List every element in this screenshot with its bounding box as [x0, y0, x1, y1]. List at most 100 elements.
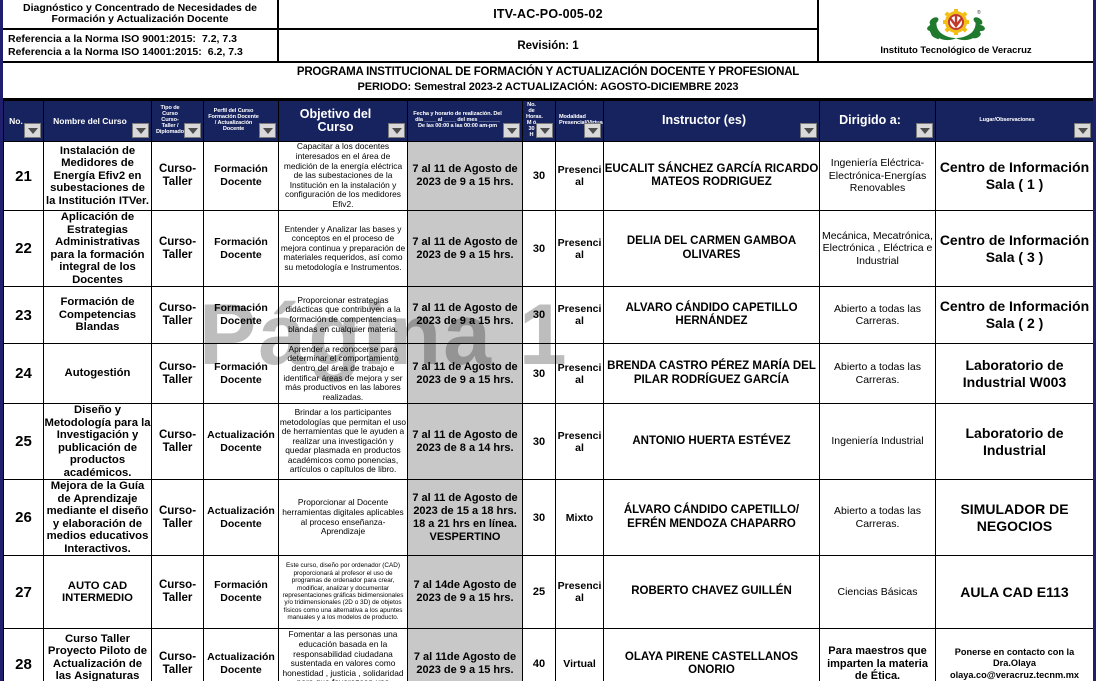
document-header: Diagnóstico y Concentrado de Necesidades…: [3, 0, 1093, 63]
chevron-down-icon: [919, 127, 930, 134]
cell-lugar: Centro de Información Sala ( 2 ): [935, 286, 1093, 344]
cell-instructor: EUCALIT SÁNCHEZ GARCÍA RICARDO MATEOS RO…: [603, 141, 820, 211]
table-row[interactable]: 28 Curso Taller Proyecto Piloto de Actual…: [3, 628, 1093, 681]
cell-modalidad: Presencial: [555, 555, 604, 629]
spreadsheet-page: Diagnóstico y Concentrado de Necesidades…: [0, 0, 1096, 681]
cell-horas: 25: [522, 555, 556, 629]
cell-lugar: AULA CAD E113: [935, 555, 1093, 629]
cell-lugar: Laboratorio de Industrial: [935, 403, 1093, 480]
cell-fecha: 7 al 11 de Agosto de 2023 de 9 a 15 hrs.: [407, 286, 523, 344]
cell-perfil: Actualización Docente: [203, 628, 279, 681]
cell-fecha: 7 al 11 de Agosto de 2023 de 8 a 14 hrs.: [407, 403, 523, 480]
cell-dirigido: Ciencias Básicas: [819, 555, 936, 629]
cell-no: 23: [3, 286, 44, 344]
filter-dropdown-fecha[interactable]: [503, 123, 520, 138]
norm-iso-14001-value: 6.2, 7.3: [207, 45, 243, 58]
chevron-down-icon: [587, 127, 598, 134]
chevron-down-icon: [262, 127, 273, 134]
cell-dirigido: Ingeniería Industrial: [819, 403, 936, 480]
cell-perfil: Actualización Docente: [203, 479, 279, 556]
program-title: PROGRAMA INSTITUCIONAL DE FORMACIÓN Y AC…: [296, 66, 800, 78]
column-header-fecha: Fecha y horario de realización. Del día …: [407, 100, 523, 142]
cell-tipo: Curso-Taller: [151, 628, 204, 681]
cell-perfil: Formación Docente: [203, 555, 279, 629]
document-code: ITV-AC-PO-005-02: [279, 0, 817, 30]
cell-horas: 30: [522, 141, 556, 211]
cell-fecha: 7 al 11 de Agosto de 2023 de 9 a 15 hrs.: [407, 210, 523, 287]
cell-perfil: Formación Docente: [203, 141, 279, 211]
cell-instructor: ÁLVARO CÁNDIDO CAPETILLO/ EFRÉN MENDOZA …: [603, 479, 820, 556]
filter-dropdown-tipo[interactable]: [184, 123, 201, 138]
filter-dropdown-horas[interactable]: [536, 123, 553, 138]
chevron-down-icon: [1077, 127, 1088, 134]
filter-dropdown-no[interactable]: [24, 123, 41, 138]
filter-dropdown-modalidad[interactable]: [584, 123, 601, 138]
cell-instructor: ROBERTO CHAVEZ GUILLÉN: [603, 555, 820, 629]
cell-lugar: Ponerse en contacto con la Dra.Olaya ola…: [935, 628, 1093, 681]
cell-fecha: 7 al 14de Agosto de 2023 de 9 a 15 hrs.: [407, 555, 523, 629]
cell-objetivo: Este curso, diseño por ordenador (CAD) p…: [278, 555, 408, 629]
header-left-block: Diagnóstico y Concentrado de Necesidades…: [3, 0, 279, 61]
cell-nombre: Diseño y Metodología para la Investigaci…: [43, 403, 152, 480]
chevron-down-icon: [187, 127, 198, 134]
filter-dropdown-objetivo[interactable]: [388, 123, 405, 138]
column-header-dirigido: Dirigido a:: [819, 100, 936, 142]
cell-tipo: Curso-Taller: [151, 555, 204, 629]
table-row[interactable]: 22 Aplicación de Estrategias Administrati…: [3, 210, 1093, 287]
cell-modalidad: Presencial: [555, 210, 604, 287]
filter-dropdown-instructor[interactable]: [800, 123, 817, 138]
cell-objetivo: Entender y Analizar las bases y concepto…: [278, 210, 408, 287]
cell-no: 25: [3, 403, 44, 480]
cell-objetivo: Proporcionar estrategias didácticas que …: [278, 286, 408, 344]
svg-text:®: ®: [977, 9, 981, 16]
document-title: Diagnóstico y Concentrado de Necesidades…: [3, 0, 277, 30]
norm-iso-9001-value: 7.2, 7.3: [201, 32, 237, 45]
cell-nombre: Formación de Competencias Blandas: [43, 286, 152, 344]
table-body: 21 Instalación de Medidores de Energía Ef…: [3, 141, 1093, 681]
norm-references: Referencia a la Norma ISO 9001:2015: 7.2…: [3, 30, 277, 61]
column-header-tipo: Tipo de Curso Curso-Taller / Diplomado: [151, 100, 204, 142]
cell-dirigido: Ingeniería Eléctrica-Electrónica-Energía…: [819, 141, 936, 211]
cell-instructor: OLAYA PIRENE CASTELLANOS ONORIO: [603, 628, 820, 681]
cell-fecha: 7 al 11 de Agosto de 2023 de 9 a 15 hrs.: [407, 343, 523, 404]
cell-objetivo: Capacitar a los docentes interesados en …: [278, 141, 408, 211]
cell-nombre: AUTO CAD INTERMEDIO: [43, 555, 152, 629]
cell-nombre: Curso Taller Proyecto Piloto de Actualiz…: [43, 628, 152, 681]
document-revision: Revisión: 1: [517, 39, 579, 52]
cell-dirigido: Para maestros que imparten la materia de…: [819, 628, 936, 681]
norm-iso-14001-label: Referencia a la Norma ISO 14001:2015:: [8, 45, 202, 58]
cell-lugar: SIMULADOR DE NEGOCIOS: [935, 479, 1093, 556]
cell-instructor: DELIA DEL CARMEN GAMBOA OLIVARES: [603, 210, 820, 287]
column-header-instructor: Instructor (es): [603, 100, 820, 142]
chevron-down-icon: [391, 127, 402, 134]
cell-lugar: Centro de Información Sala ( 3 ): [935, 210, 1093, 287]
cell-lugar: Centro de Información Sala ( 1 ): [935, 141, 1093, 211]
program-title-band: PROGRAMA INSTITUCIONAL DE FORMACIÓN Y AC…: [3, 63, 1093, 100]
table-row[interactable]: 23 Formación de Competencias Blandas Curso…: [3, 286, 1093, 344]
cell-no: 21: [3, 141, 44, 211]
column-header-nombre: Nombre del Curso: [43, 100, 152, 142]
cell-no: 26: [3, 479, 44, 556]
table-row[interactable]: 26 Mejora de la Guía de Aprendizaje media…: [3, 479, 1093, 556]
filter-dropdown-dirigido[interactable]: [916, 123, 933, 138]
filter-dropdown-lugar[interactable]: [1074, 123, 1091, 138]
course-table: No. Nombre del Curso Tipo de Curso Curso-T…: [3, 100, 1093, 681]
cell-tipo: Curso-Taller: [151, 286, 204, 344]
table-row[interactable]: 25 Diseño y Metodología para la Investiga…: [3, 403, 1093, 480]
cell-modalidad: Virtual: [555, 628, 604, 681]
cell-nombre: Aplicación de Estrategias Administrativa…: [43, 210, 152, 287]
filter-dropdown-nombre[interactable]: [132, 123, 149, 138]
norm-iso-14001-row: Referencia a la Norma ISO 14001:2015: 6.…: [8, 46, 272, 59]
norm-iso-9001-row: Referencia a la Norma ISO 9001:2015: 7.2…: [8, 33, 272, 46]
table-row[interactable]: 27 AUTO CAD INTERMEDIO Curso-Taller Formaci…: [3, 555, 1093, 629]
cell-horas: 30: [522, 210, 556, 287]
cell-perfil: Formación Docente: [203, 210, 279, 287]
cell-perfil: Formación Docente: [203, 286, 279, 344]
table-row[interactable]: 24 Autogestión Curso-Taller Formación Docen…: [3, 343, 1093, 404]
cell-instructor: ANTONIO HUERTA ESTÉVEZ: [603, 403, 820, 480]
cell-dirigido: Abierto a todas las Carreras.: [819, 286, 936, 344]
table-row[interactable]: 21 Instalación de Medidores de Energía Ef…: [3, 141, 1093, 211]
filter-dropdown-perfil[interactable]: [259, 123, 276, 138]
chevron-down-icon: [27, 127, 38, 134]
cell-lugar: Laboratorio de Industrial W003: [935, 343, 1093, 404]
